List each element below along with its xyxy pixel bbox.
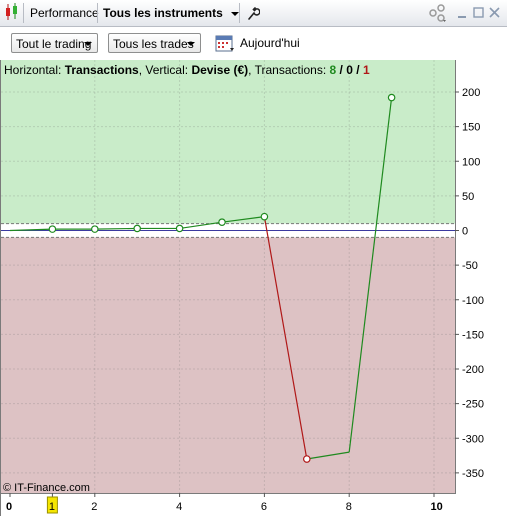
x-tick-label: 6 bbox=[261, 501, 267, 513]
instruments-dropdown-label: Tous les instruments bbox=[103, 6, 223, 20]
wrench-icon[interactable] bbox=[246, 0, 261, 26]
date-range-label[interactable]: Aujourd'hui bbox=[240, 34, 300, 52]
performance-tab[interactable]: Performance bbox=[30, 0, 99, 26]
data-point bbox=[91, 225, 99, 233]
y-tick-label: -250 bbox=[462, 399, 484, 411]
maximize-icon[interactable] bbox=[473, 0, 484, 26]
minimize-icon[interactable] bbox=[457, 0, 467, 26]
candlestick-icon bbox=[4, 0, 22, 26]
performance-chart: 200150100500-50-100-150-200-250-300-350 … bbox=[0, 60, 507, 516]
data-point bbox=[48, 225, 57, 233]
y-tick-label: 100 bbox=[462, 156, 480, 168]
chevron-down-icon bbox=[231, 11, 240, 16]
y-tick-label: -100 bbox=[462, 295, 484, 307]
data-point bbox=[260, 212, 269, 221]
y-tick-label: -350 bbox=[462, 468, 484, 480]
chart-info-line: Horizontal: Transactions, Vertical: Devi… bbox=[4, 63, 370, 77]
data-point bbox=[133, 224, 142, 233]
x-tick-label: 4 bbox=[176, 501, 182, 513]
chevron-down-icon bbox=[187, 42, 195, 46]
x-tick-label: 10 bbox=[431, 501, 443, 513]
vertical-value: Devise (€) bbox=[191, 63, 249, 77]
data-point bbox=[175, 224, 184, 233]
count-separator: / bbox=[352, 63, 363, 77]
x-tick-label: 2 bbox=[91, 501, 97, 513]
copyright-label: © IT-Finance.com bbox=[3, 482, 90, 494]
loss-zone bbox=[1, 230, 455, 493]
y-tick-label: -200 bbox=[462, 364, 484, 376]
y-tick-label: -300 bbox=[462, 433, 484, 445]
trading-filter-label: Tout le trading bbox=[16, 37, 92, 51]
trades-filter-dropdown[interactable]: Tous les trades bbox=[108, 33, 201, 53]
y-tick-label: 0 bbox=[462, 226, 468, 238]
x-tick-label: 1 bbox=[49, 501, 55, 513]
trades-filter-label: Tous les trades bbox=[113, 37, 194, 51]
x-tick-label: 8 bbox=[346, 501, 352, 513]
horizontal-value: Transactions bbox=[64, 63, 139, 77]
vertical-label: , Vertical: bbox=[138, 63, 189, 77]
link-share-icon[interactable] bbox=[428, 0, 448, 26]
y-tick-label: 150 bbox=[462, 122, 480, 134]
data-point bbox=[387, 93, 396, 102]
y-tick-label: 50 bbox=[462, 191, 474, 203]
count-separator: / bbox=[336, 63, 347, 77]
close-icon[interactable] bbox=[489, 0, 500, 26]
data-point bbox=[302, 455, 311, 463]
equity-segment bbox=[94, 227, 138, 230]
instruments-dropdown[interactable]: Tous les instruments bbox=[103, 0, 240, 26]
horizontal-label: Horizontal: bbox=[4, 63, 62, 77]
y-tick-label: -150 bbox=[462, 329, 484, 341]
chevron-down-icon bbox=[84, 42, 92, 46]
x-tick-label: 0 bbox=[6, 501, 12, 513]
data-point bbox=[218, 218, 226, 226]
trading-filter-dropdown[interactable]: Tout le trading bbox=[11, 33, 98, 53]
transactions-label: , Transactions: bbox=[248, 63, 327, 77]
calendar-icon[interactable] bbox=[215, 34, 235, 52]
losing-count: 1 bbox=[362, 63, 370, 77]
y-tick-label: 200 bbox=[462, 87, 480, 99]
y-tick-label: -50 bbox=[462, 260, 478, 272]
neutral-count: 0 bbox=[346, 63, 353, 77]
title-bar: Performance Tous les instruments bbox=[0, 0, 507, 27]
profit-zone bbox=[1, 60, 455, 231]
